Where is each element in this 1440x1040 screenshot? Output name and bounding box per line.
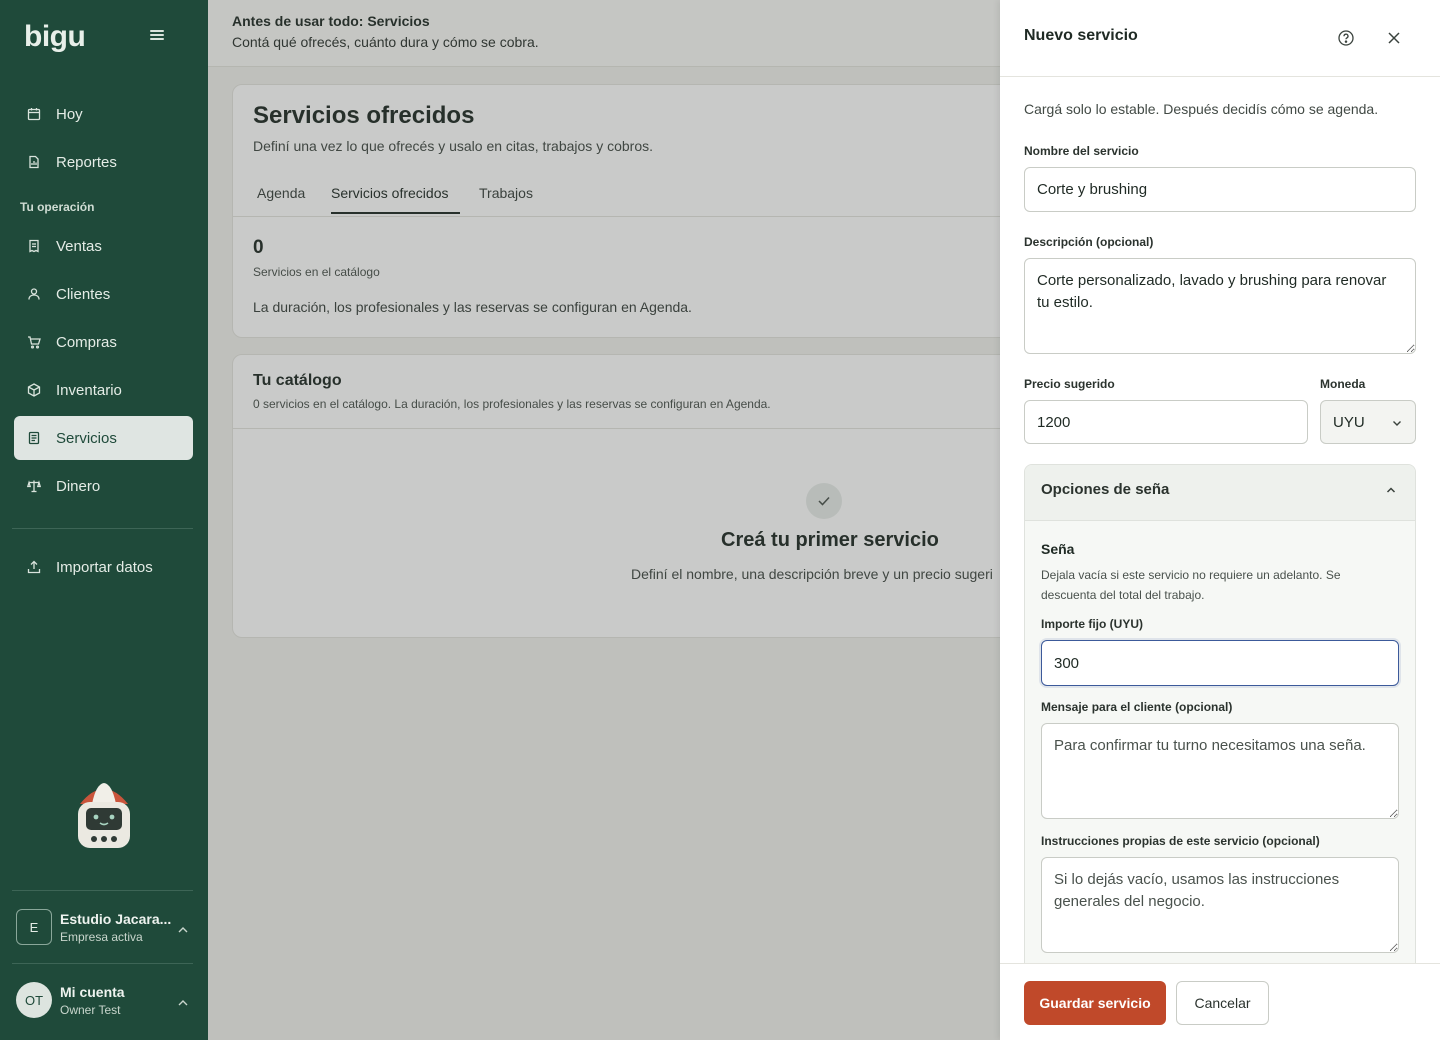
tabs: Agenda Servicios ofrecidos Trabajos [233, 171, 1031, 217]
main-content: Antes de usar todo: Servicios Contá qué … [208, 0, 1032, 1040]
tab-servicios-ofrecidos[interactable]: Servicios ofrecidos [331, 185, 449, 201]
page-title: Servicios ofrecidos [253, 102, 475, 129]
company-name: Estudio Jacara... [60, 910, 172, 927]
report-icon [26, 154, 42, 170]
drawer-header: Nuevo servicio [1000, 0, 1440, 77]
agenda-note: La duración, los profesionales y las res… [253, 299, 692, 315]
company-switcher[interactable]: E Estudio Jacara... Empresa activa [16, 909, 192, 945]
sidebar: bigu Hoy Reportes Tu operación Ventas Cl… [0, 0, 208, 1040]
active-tab-indicator [331, 212, 460, 214]
divider [233, 428, 1031, 429]
banner-title: Antes de usar todo: Servicios [232, 13, 430, 29]
user-icon [26, 286, 42, 302]
services-header-card: Servicios ofrecidos Definí una vez lo qu… [232, 84, 1032, 338]
account-menu[interactable]: OT Mi cuenta Owner Test [16, 982, 192, 1018]
box-icon [26, 382, 42, 398]
client-message-label: Mensaje para el cliente (opcional) [1041, 700, 1233, 714]
description-label: Descripción (opcional) [1024, 235, 1154, 249]
chevron-up-icon [1385, 483, 1397, 501]
deposit-amount-input[interactable] [1041, 640, 1399, 686]
cancel-button[interactable]: Cancelar [1176, 981, 1269, 1025]
sidebar-item-label: Reportes [56, 153, 117, 171]
tab-agenda[interactable]: Agenda [257, 185, 305, 201]
sidebar-item-label: Inventario [56, 381, 122, 399]
catalog-title: Tu catálogo [253, 372, 342, 389]
currency-select[interactable]: UYU [1320, 400, 1416, 444]
help-icon[interactable] [1337, 29, 1355, 47]
new-service-drawer: Nuevo servicio Cargá solo lo estable. De… [1000, 0, 1440, 1040]
price-label: Precio sugerido [1024, 377, 1115, 391]
section-label: Tu operación [20, 200, 95, 214]
sidebar-item-label: Importar datos [56, 558, 153, 576]
sidebar-item-servicios[interactable]: Servicios [14, 416, 193, 460]
client-message-textarea[interactable] [1041, 723, 1399, 819]
deposit-options-accordion: Opciones de seña Seña Dejala vacía si es… [1024, 464, 1416, 974]
sidebar-item-label: Servicios [56, 429, 117, 447]
chevron-up-icon [178, 994, 188, 1012]
sidebar-item-label: Dinero [56, 477, 101, 495]
tab-trabajos[interactable]: Trabajos [479, 185, 533, 201]
sidebar-item-label: Clientes [56, 285, 111, 303]
currency-label: Moneda [1320, 377, 1366, 391]
sidebar-item-ventas[interactable]: Ventas [14, 224, 193, 268]
sidebar-item-label: Hoy [56, 105, 83, 123]
page-subtitle: Definí una vez lo que ofrecés y usalo en… [253, 138, 653, 154]
description-textarea[interactable]: Corte personalizado, lavado y brushing p… [1024, 258, 1416, 354]
company-status: Empresa activa [60, 929, 143, 944]
sidebar-divider [12, 890, 193, 891]
sidebar-item-dinero[interactable]: Dinero [14, 464, 193, 508]
sidebar-item-label: Ventas [56, 237, 102, 255]
service-name-input[interactable] [1024, 167, 1416, 212]
onboarding-banner: Antes de usar todo: Servicios Contá qué … [208, 0, 1000, 67]
scale-icon [26, 478, 42, 494]
sidebar-item-compras[interactable]: Compras [14, 320, 193, 364]
deposit-help-text: Dejala vacía si este servicio no requier… [1041, 568, 1341, 602]
currency-value: UYU [1333, 413, 1365, 431]
menu-toggle-icon[interactable] [150, 28, 172, 50]
drawer-title: Nuevo servicio [1024, 27, 1138, 44]
drawer-footer: Guardar servicio Cancelar [1000, 963, 1440, 1040]
sidebar-item-inventario[interactable]: Inventario [14, 368, 193, 412]
deposit-amount-label: Importe fijo (UYU) [1041, 617, 1143, 631]
accordion-header[interactable]: Opciones de seña [1025, 465, 1415, 521]
catalog-subtitle: 0 servicios en el catálogo. La duración,… [253, 397, 771, 411]
sidebar-item-label: Compras [56, 333, 117, 351]
close-icon[interactable] [1385, 29, 1403, 47]
avatar: OT [16, 982, 52, 1018]
account-role: Owner Test [60, 1002, 121, 1017]
sidebar-item-importar[interactable]: Importar datos [14, 545, 193, 589]
sidebar-divider [12, 963, 193, 964]
upload-icon [26, 559, 42, 575]
services-count: 0 [253, 237, 264, 258]
catalog-card: Tu catálogo 0 servicios en el catálogo. … [232, 354, 1032, 638]
sidebar-divider [12, 528, 193, 529]
check-icon [806, 483, 842, 519]
company-avatar: E [16, 909, 52, 945]
service-name-label: Nombre del servicio [1024, 144, 1139, 158]
mascot-icon [72, 780, 136, 854]
app-logo[interactable]: bigu [24, 20, 86, 54]
empty-state-subtitle: Definí el nombre, una descripción breve … [631, 566, 993, 582]
banner-subtitle: Contá qué ofrecés, cuánto dura y cómo se… [232, 34, 539, 50]
cart-icon [26, 334, 42, 350]
account-name: Mi cuenta [60, 983, 125, 1000]
price-input[interactable] [1024, 400, 1308, 444]
calendar-icon [26, 106, 42, 122]
sidebar-item-reportes[interactable]: Reportes [14, 140, 193, 184]
save-button[interactable]: Guardar servicio [1024, 981, 1166, 1025]
sidebar-item-hoy[interactable]: Hoy [14, 92, 193, 136]
receipt-icon [26, 238, 42, 254]
chevron-up-icon [178, 921, 188, 939]
services-count-label: Servicios en el catálogo [253, 265, 380, 279]
deposit-section-title: Seña [1041, 541, 1075, 557]
accordion-title: Opciones de seña [1041, 481, 1170, 498]
drawer-intro: Cargá solo lo estable. Después decidís c… [1024, 101, 1379, 117]
document-icon [26, 430, 42, 446]
empty-state-title: Creá tu primer servicio [721, 529, 939, 551]
sidebar-item-clientes[interactable]: Clientes [14, 272, 193, 316]
instructions-textarea[interactable] [1041, 857, 1399, 953]
chevron-down-icon [1391, 416, 1403, 433]
instructions-label: Instrucciones propias de este servicio (… [1041, 834, 1320, 848]
